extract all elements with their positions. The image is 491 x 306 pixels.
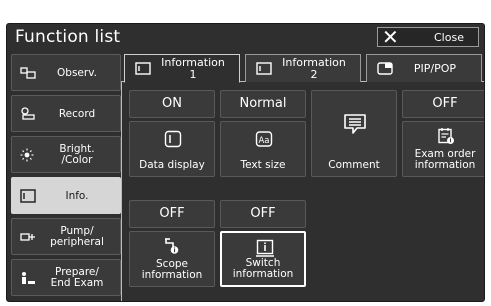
- record-icon: [21, 107, 35, 120]
- caption-line-2: information: [232, 268, 294, 280]
- exam-order-status: OFF: [402, 90, 484, 118]
- info-icon: [256, 62, 272, 75]
- tab-label: Information 1: [153, 57, 233, 81]
- caption-line-2: information: [141, 269, 203, 281]
- text-size-tile: Normal Aa Text size: [220, 90, 306, 177]
- svg-text:Aa: Aa: [258, 136, 269, 146]
- info-icon: [135, 62, 151, 75]
- comment-icon: [344, 114, 366, 134]
- switch-information-tile: OFF Switch information: [220, 200, 306, 287]
- text-size-status: Normal: [220, 90, 306, 118]
- sidebar-item-label: Observ.: [57, 67, 97, 79]
- tab-label-line-2: 1: [189, 68, 197, 81]
- comment-caption: Comment: [328, 159, 380, 171]
- exam-order-button[interactable]: Exam order information: [402, 121, 484, 177]
- tab-pip-pop[interactable]: PIP/POP: [366, 54, 482, 82]
- sidebar-item-observ[interactable]: Observ.: [11, 54, 121, 91]
- pip-icon: [377, 62, 393, 75]
- function-list-panel: Function list ✕ Close Observ. Record Bri…: [6, 23, 485, 302]
- scope-information-button[interactable]: Scope information: [129, 231, 215, 287]
- text-size-icon: Aa: [255, 131, 273, 147]
- function-content: ON Data display Normal Aa Text size Comm…: [121, 82, 484, 301]
- exam-order-caption: Exam order information: [403, 149, 484, 171]
- text-size-button[interactable]: Aa Text size: [220, 121, 306, 177]
- tab-label: PIP/POP: [413, 62, 457, 75]
- tab-information-2[interactable]: Information 2: [245, 54, 361, 82]
- close-icon: ✕: [382, 25, 399, 49]
- data-display-status: ON: [129, 90, 215, 118]
- tab-information-1[interactable]: Information 1: [124, 54, 240, 83]
- switch-information-caption: Switch information: [222, 258, 304, 280]
- prepare-icon: [22, 272, 35, 284]
- label-line-2: /Color: [61, 154, 93, 166]
- sidebar-item-bright-color[interactable]: Bright. /Color: [11, 136, 121, 173]
- comment-tile: Comment: [311, 90, 397, 177]
- title-bar: Function list ✕ Close: [7, 24, 484, 50]
- info-icon: [20, 189, 36, 203]
- close-button[interactable]: ✕ Close: [377, 25, 479, 49]
- switch-information-status: OFF: [220, 200, 306, 228]
- exam-order-icon: [438, 128, 454, 144]
- switch-information-button[interactable]: Switch information: [220, 231, 306, 287]
- pump-icon: [20, 233, 35, 241]
- sidebar-item-label: Bright. /Color: [38, 144, 116, 166]
- label-line-2: peripheral: [50, 236, 104, 248]
- data-display-caption: Data display: [139, 159, 205, 171]
- observation-icon: [20, 67, 36, 79]
- sidebar-item-prepare-end-exam[interactable]: Prepare/ End Exam: [11, 259, 121, 296]
- switch-info-icon: [256, 239, 274, 257]
- comment-button[interactable]: Comment: [311, 90, 397, 177]
- brightness-icon: [20, 148, 34, 162]
- exam-order-tile: OFF Exam order information: [402, 90, 484, 177]
- caption-line-2: information: [414, 159, 476, 171]
- data-display-icon: [164, 130, 182, 148]
- sidebar-item-label: Info.: [65, 190, 89, 202]
- sidebar-item-info[interactable]: Info.: [11, 177, 121, 214]
- label-line-2: End Exam: [50, 277, 104, 289]
- sidebar-item-label: Record: [58, 108, 96, 120]
- sidebar-item-pump-peripheral[interactable]: Pump/ peripheral: [11, 218, 121, 255]
- scope-information-caption: Scope information: [130, 259, 214, 281]
- sidebar-item-record[interactable]: Record: [11, 95, 121, 132]
- sidebar-item-label: Pump/ peripheral: [38, 226, 116, 248]
- data-display-tile: ON Data display: [129, 90, 215, 177]
- scope-info-icon: [165, 238, 179, 254]
- scope-information-tile: OFF Scope information: [129, 200, 215, 287]
- close-label: Close: [434, 31, 464, 44]
- tab-label: Information 2: [274, 57, 354, 81]
- panel-title: Function list: [15, 27, 121, 47]
- data-display-button[interactable]: Data display: [129, 121, 215, 177]
- text-size-caption: Text size: [240, 159, 286, 171]
- sidebar-item-label: Prepare/ End Exam: [38, 267, 116, 289]
- scope-information-status: OFF: [129, 200, 215, 228]
- tab-label-line-2: 2: [310, 68, 318, 81]
